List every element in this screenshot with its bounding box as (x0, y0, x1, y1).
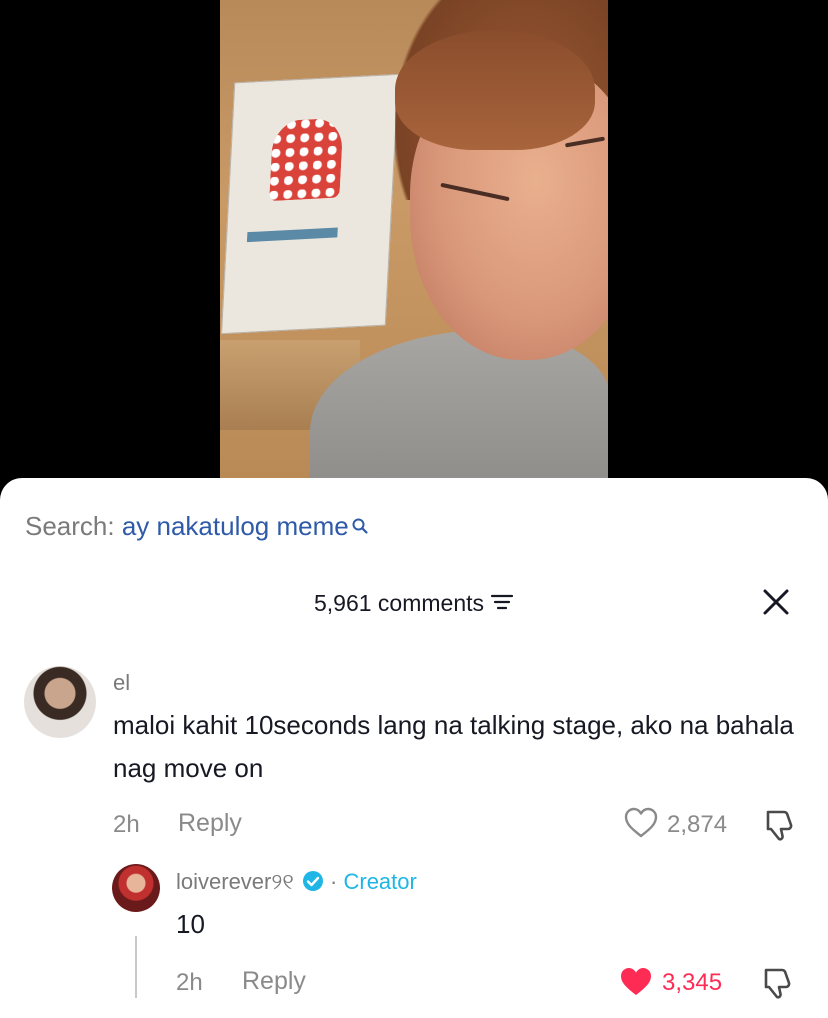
artwork-figure (269, 117, 344, 202)
avatar[interactable] (24, 666, 96, 738)
video-artwork (221, 73, 399, 335)
filter-icon[interactable] (490, 591, 514, 618)
reply-reply-button[interactable]: Reply (242, 967, 306, 996)
video-fringe (395, 30, 595, 150)
video-player[interactable] (220, 0, 608, 500)
reply-like-count: 3,345 (662, 969, 723, 996)
reply-time: 2h (176, 969, 203, 996)
comments-header: 5,961 comments (0, 590, 828, 618)
reply-separator: · (323, 869, 344, 894)
reply-username[interactable]: loiverever (176, 869, 271, 894)
creator-badge: Creator (343, 869, 417, 894)
artwork-stripe (246, 227, 338, 243)
comment-text: maloi kahit 10seconds lang na talking st… (113, 710, 794, 783)
reply-text: 10 (176, 909, 205, 939)
dislike-icon[interactable] (760, 966, 794, 1005)
thread-line (135, 936, 137, 998)
reply-button[interactable]: Reply (178, 809, 242, 838)
comments-count: 5,961 comments (313, 590, 485, 616)
comment-time: 2h (113, 811, 140, 838)
comment-like-count: 2,874 (667, 811, 728, 838)
search-icon[interactable] (351, 511, 369, 542)
search-label: Search: (25, 511, 122, 541)
heart-filled-icon[interactable] (618, 966, 654, 1003)
dislike-icon[interactable] (762, 808, 796, 847)
search-suggestion[interactable]: Search: ay nakatulog meme (25, 511, 369, 542)
search-query-link[interactable]: ay nakatulog meme (122, 511, 349, 541)
comments-sheet: Search: ay nakatulog meme 5,961 comments… (0, 478, 828, 1018)
creator-avatar[interactable] (112, 864, 160, 912)
reply-header: loiverever୨୧ · Creator (176, 869, 417, 898)
close-icon[interactable] (762, 588, 790, 616)
comment-username[interactable]: el (113, 670, 130, 696)
heart-outline-icon[interactable] (624, 807, 658, 844)
verified-badge-icon (302, 870, 324, 898)
reply-username-suffix: ୨୧ (271, 869, 294, 894)
